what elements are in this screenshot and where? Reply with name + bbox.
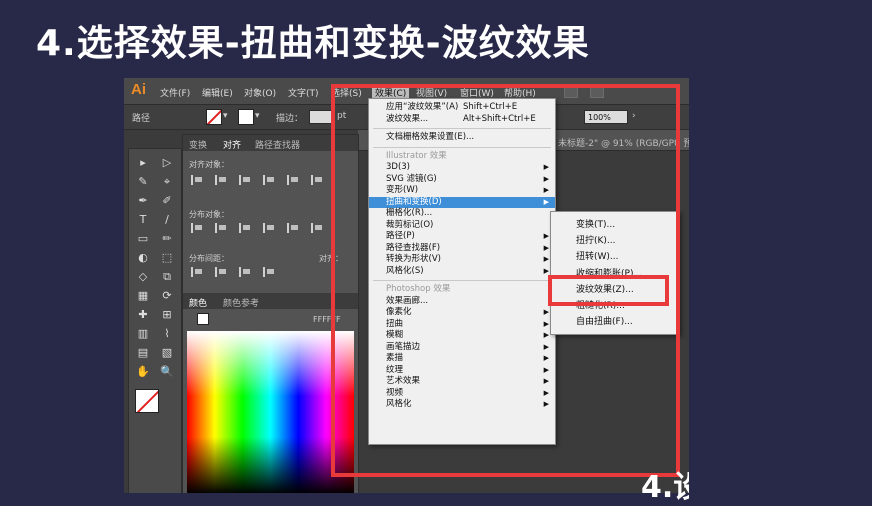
tool-icon[interactable]: ⬚ — [157, 250, 177, 266]
tool-icon[interactable]: ✋ — [133, 364, 153, 380]
distribute-spacing-label: 分布间距： — [189, 254, 229, 263]
align-icon[interactable] — [263, 223, 275, 233]
tab-color[interactable]: 颜色 — [189, 296, 207, 309]
tab-align[interactable]: 对齐 — [223, 138, 241, 151]
tool-icon[interactable]: T — [133, 212, 153, 228]
align-icon[interactable] — [311, 175, 323, 185]
tool-icon[interactable]: ⌇ — [157, 326, 177, 342]
stroke-swatch[interactable] — [238, 109, 254, 125]
align-icon[interactable] — [215, 175, 227, 185]
tab-color-guide[interactable]: 颜色参考 — [223, 296, 259, 309]
align-icon[interactable] — [191, 267, 203, 277]
tool-icon[interactable]: ◇ — [133, 269, 153, 285]
next-step-text: 4.设 — [641, 470, 689, 505]
align-icon[interactable] — [239, 267, 251, 277]
tool-icon[interactable]: ▦ — [133, 288, 153, 304]
align-icon[interactable] — [191, 223, 203, 233]
tool-icon[interactable]: ⊞ — [157, 307, 177, 323]
fill-stroke-icon[interactable] — [135, 389, 159, 413]
align-icon[interactable] — [311, 223, 323, 233]
menu-object[interactable]: 对象(O) — [244, 86, 276, 99]
align-icon[interactable] — [191, 175, 203, 185]
menu-edit[interactable]: 编辑(E) — [202, 86, 233, 99]
tool-icon[interactable]: ▧ — [157, 345, 177, 361]
align-icon[interactable] — [263, 267, 275, 277]
tool-icon[interactable]: ⧉ — [157, 269, 177, 285]
tool-icon[interactable]: ▷ — [157, 155, 177, 171]
color-swatch[interactable] — [197, 313, 209, 325]
tool-icon[interactable]: ✏ — [157, 231, 177, 247]
tab-transform[interactable]: 变换 — [189, 138, 207, 151]
tool-icon[interactable]: ◐ — [133, 250, 153, 266]
tools-panel: ▸ ▷ ✎ ⌖ ✒ ✐ T / ▭ ✏ ◐ ⬚ ◇ ⧉ ▦ ⟳ ✚ ⊞ ▥ ⌇ ▤ ▧ ✋ 🔍 — [128, 148, 182, 493]
align-icon[interactable] — [287, 223, 299, 233]
tool-icon[interactable]: ▤ — [133, 345, 153, 361]
tool-icon[interactable]: / — [157, 212, 177, 228]
tool-icon[interactable]: ▥ — [133, 326, 153, 342]
path-label: 路径 — [132, 114, 151, 124]
distribute-objects-label: 分布对象： — [189, 210, 229, 219]
tool-icon[interactable]: ⌖ — [157, 174, 177, 190]
stroke-label: 描边： — [276, 114, 304, 124]
stroke-weight-field[interactable] — [309, 110, 333, 124]
none-slash-icon — [136, 390, 158, 412]
tool-icon[interactable]: ✚ — [133, 307, 153, 323]
none-slash-icon — [207, 110, 221, 124]
chevron-down-icon[interactable]: ▾ — [255, 111, 260, 121]
align-icon[interactable] — [263, 175, 275, 185]
align-icon[interactable] — [215, 267, 227, 277]
align-icon[interactable] — [239, 175, 251, 185]
color-spectrum[interactable] — [187, 331, 354, 493]
highlight-ripple-box — [548, 275, 669, 306]
align-objects-label: 对齐对象： — [189, 160, 229, 169]
ai-logo: Ai — [131, 81, 146, 98]
tool-icon[interactable]: ▸ — [133, 155, 153, 171]
tool-icon[interactable]: ✎ — [133, 174, 153, 190]
slide-title: 4.选择效果-扭曲和变换-波纹效果 — [36, 23, 590, 64]
menu-file[interactable]: 文件(F) — [160, 86, 190, 99]
menu-type[interactable]: 文字(T) — [288, 86, 319, 99]
tool-icon[interactable]: ▭ — [133, 231, 153, 247]
tool-icon[interactable]: ⟳ — [157, 288, 177, 304]
align-icon[interactable] — [215, 223, 227, 233]
fill-swatch[interactable] — [206, 109, 222, 125]
tool-icon[interactable]: ✐ — [157, 193, 177, 209]
tab-pathfinder[interactable]: 路径查找器 — [255, 138, 300, 151]
align-icon[interactable] — [287, 175, 299, 185]
chevron-down-icon[interactable]: ▾ — [223, 111, 228, 121]
align-icon[interactable] — [239, 223, 251, 233]
tool-icon[interactable]: ✒ — [133, 193, 153, 209]
tool-icon[interactable]: 🔍 — [157, 364, 177, 380]
